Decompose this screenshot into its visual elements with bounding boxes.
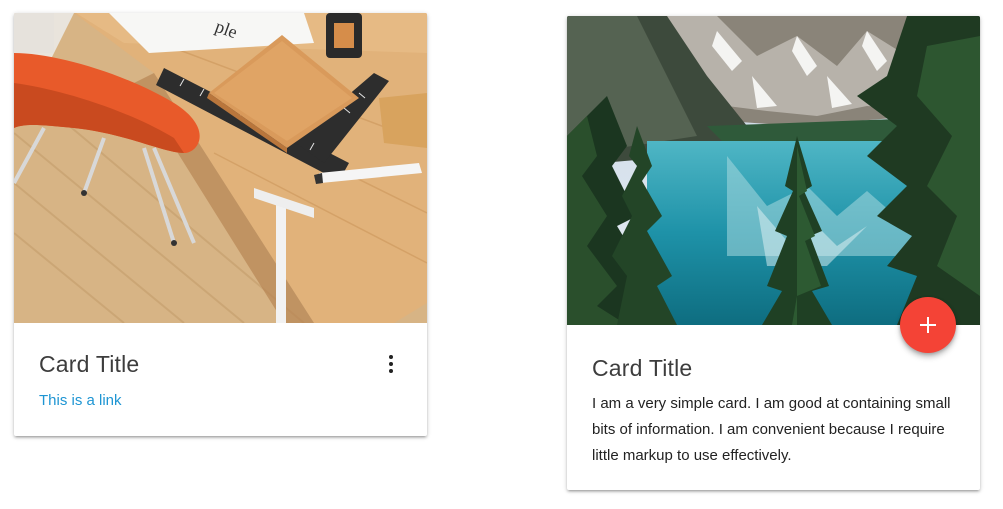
add-fab-button[interactable] bbox=[900, 297, 956, 353]
card-left: ple Card Title This is a link bbox=[14, 13, 427, 436]
desk-photo: ple bbox=[14, 13, 427, 323]
card-image-desk: ple bbox=[14, 13, 427, 323]
plus-icon bbox=[920, 317, 936, 333]
card-right: Card Title I am a very simple card. I am… bbox=[567, 16, 980, 490]
card-title: Card Title bbox=[39, 351, 140, 377]
card-link[interactable]: This is a link bbox=[39, 392, 122, 409]
lake-photo bbox=[567, 16, 980, 325]
card-title: Card Title bbox=[592, 355, 693, 381]
more-vert-icon[interactable] bbox=[383, 354, 399, 374]
card-text: I am a very simple card. I am good at co… bbox=[592, 395, 951, 464]
card-image-lake bbox=[567, 16, 980, 325]
